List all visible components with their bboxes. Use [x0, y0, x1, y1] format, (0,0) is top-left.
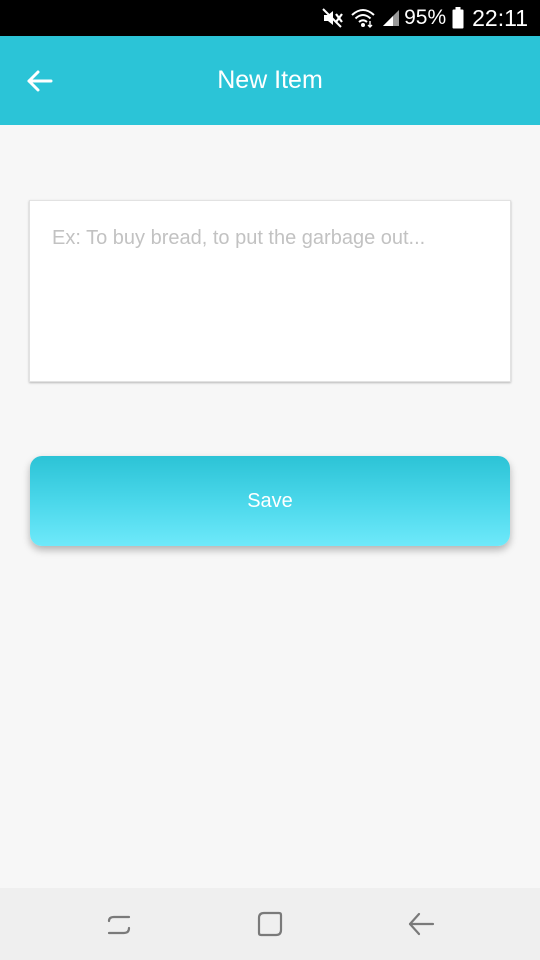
back-icon [408, 912, 435, 936]
app-bar: New Item [0, 36, 540, 125]
system-back-button[interactable] [403, 906, 439, 942]
battery-icon [452, 7, 464, 29]
home-icon [257, 911, 283, 937]
clock: 22:11 [472, 4, 528, 31]
home-button[interactable] [252, 906, 288, 942]
save-button-label: Save [247, 489, 293, 512]
screen: 95% 22:11 New Item Save [0, 0, 540, 960]
battery-percent: 95% [404, 6, 447, 29]
recent-apps-icon [107, 915, 131, 935]
status-bar: 95% 22:11 [0, 0, 540, 36]
recent-apps-button[interactable] [101, 906, 137, 942]
save-button[interactable]: Save [30, 456, 510, 546]
mute-icon [322, 8, 344, 28]
item-text-input[interactable] [29, 200, 511, 382]
wifi-icon [350, 8, 376, 28]
signal-icon [382, 9, 400, 27]
page-title: New Item [217, 66, 323, 94]
navigation-bar [0, 888, 540, 960]
